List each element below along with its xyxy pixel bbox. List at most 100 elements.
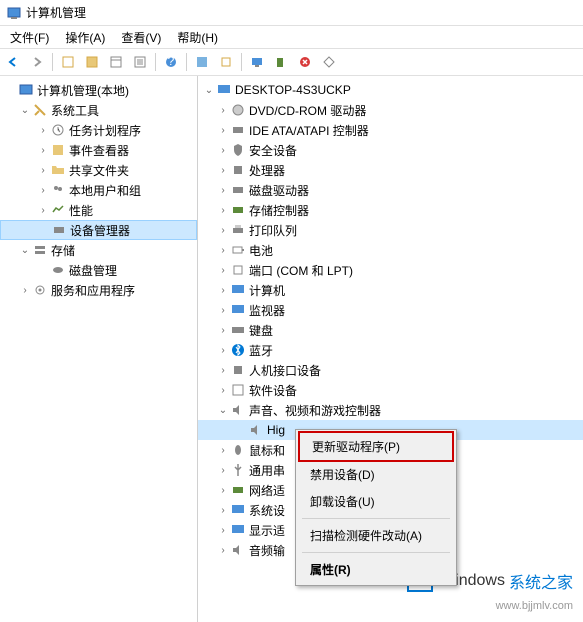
device-hid[interactable]: ›人机接口设备 xyxy=(198,360,583,380)
software-icon xyxy=(230,382,246,398)
users-icon xyxy=(50,182,66,198)
device-monitor[interactable]: › 监视器 xyxy=(198,300,583,320)
chevron-down-icon[interactable]: ⌄ xyxy=(18,105,32,116)
chevron-right-icon[interactable]: › xyxy=(216,465,230,476)
menu-file[interactable]: 文件(F) xyxy=(2,27,57,48)
toolbar-separator xyxy=(155,53,156,71)
chevron-right-icon[interactable]: › xyxy=(36,165,50,176)
menu-view[interactable]: 查看(V) xyxy=(113,27,169,48)
chevron-right-icon[interactable]: › xyxy=(36,205,50,216)
device-bluetooth[interactable]: ›蓝牙 xyxy=(198,340,583,360)
ctx-separator xyxy=(302,552,450,553)
tree-disk-management[interactable]: 磁盘管理 xyxy=(0,260,197,280)
tb-icon-1[interactable] xyxy=(57,51,79,73)
chevron-right-icon[interactable]: › xyxy=(216,105,230,116)
tb-icon-5[interactable] xyxy=(191,51,213,73)
chevron-right-icon[interactable]: › xyxy=(36,185,50,196)
ctx-uninstall[interactable]: 卸载设备(U) xyxy=(298,488,454,515)
device-battery[interactable]: ›电池 xyxy=(198,240,583,260)
chevron-right-icon[interactable]: › xyxy=(216,305,230,316)
tree-device-manager[interactable]: 设备管理器 xyxy=(0,220,197,240)
chevron-down-icon[interactable]: ⌄ xyxy=(202,85,216,96)
chevron-right-icon[interactable]: › xyxy=(216,125,230,136)
device-processor[interactable]: ›处理器 xyxy=(198,160,583,180)
device-security[interactable]: ›安全设备 xyxy=(198,140,583,160)
chevron-right-icon[interactable]: › xyxy=(216,325,230,336)
chevron-right-icon[interactable]: › xyxy=(36,125,50,136)
performance-icon xyxy=(50,202,66,218)
chevron-right-icon[interactable]: › xyxy=(216,385,230,396)
chevron-right-icon[interactable]: › xyxy=(216,485,230,496)
toolbar-separator xyxy=(186,53,187,71)
tree-label: 事件查看器 xyxy=(69,142,129,159)
tb-icon-8[interactable] xyxy=(318,51,340,73)
device-ports[interactable]: ›端口 (COM 和 LPT) xyxy=(198,260,583,280)
tb-icon-4[interactable] xyxy=(129,51,151,73)
device-disk[interactable]: ›磁盘驱动器 xyxy=(198,180,583,200)
chevron-right-icon[interactable]: › xyxy=(18,285,32,296)
ctx-properties[interactable]: 属性(R) xyxy=(298,556,454,583)
tree-shared-folders[interactable]: › 共享文件夹 xyxy=(0,160,197,180)
chevron-right-icon[interactable]: › xyxy=(216,345,230,356)
tree-label: 计算机管理(本地) xyxy=(37,82,129,99)
monitor-icon[interactable] xyxy=(246,51,268,73)
device-root[interactable]: ⌄ DESKTOP-4S3UCKP xyxy=(198,80,583,100)
chevron-right-icon[interactable]: › xyxy=(216,505,230,516)
tree-local-users[interactable]: › 本地用户和组 xyxy=(0,180,197,200)
tb-icon-2[interactable] xyxy=(81,51,103,73)
menu-action[interactable]: 操作(A) xyxy=(57,27,113,48)
chevron-right-icon[interactable]: › xyxy=(216,525,230,536)
tree-label: 通用串 xyxy=(249,462,285,479)
back-button[interactable] xyxy=(2,51,24,73)
tree-label: 服务和应用程序 xyxy=(51,282,135,299)
bluetooth-icon xyxy=(230,342,246,358)
tree-storage[interactable]: ⌄ 存储 xyxy=(0,240,197,260)
device-computer[interactable]: ›计算机 xyxy=(198,280,583,300)
storage-ctrl-icon xyxy=(230,202,246,218)
device-dvd[interactable]: › DVD/CD-ROM 驱动器 xyxy=(198,100,583,120)
computer-icon xyxy=(216,82,232,98)
tree-event-viewer[interactable]: › 事件查看器 xyxy=(0,140,197,160)
ide-icon xyxy=(230,122,246,138)
tree-performance[interactable]: › 性能 xyxy=(0,200,197,220)
ctx-disable[interactable]: 禁用设备(D) xyxy=(298,461,454,488)
device-ide[interactable]: › IDE ATA/ATAPI 控制器 xyxy=(198,120,583,140)
chevron-right-icon[interactable]: › xyxy=(216,205,230,216)
tree-label: 监视器 xyxy=(249,302,285,319)
help-button[interactable]: ? xyxy=(160,51,182,73)
chevron-right-icon[interactable]: › xyxy=(36,145,50,156)
tree-task-scheduler[interactable]: › 任务计划程序 xyxy=(0,120,197,140)
tree-root-local[interactable]: 计算机管理(本地) xyxy=(0,80,197,100)
tb-icon-6[interactable] xyxy=(215,51,237,73)
tb-icon-3[interactable] xyxy=(105,51,127,73)
chevron-right-icon[interactable]: › xyxy=(216,165,230,176)
close-icon[interactable] xyxy=(294,51,316,73)
chevron-right-icon[interactable]: › xyxy=(216,225,230,236)
tree-label: DVD/CD-ROM 驱动器 xyxy=(249,102,366,119)
chevron-right-icon[interactable]: › xyxy=(216,445,230,456)
chevron-right-icon[interactable]: › xyxy=(216,285,230,296)
chevron-right-icon[interactable]: › xyxy=(216,145,230,156)
chevron-right-icon[interactable]: › xyxy=(216,245,230,256)
device-print[interactable]: ›打印队列 xyxy=(198,220,583,240)
tb-icon-7[interactable] xyxy=(270,51,292,73)
device-storage-ctrl[interactable]: ›存储控制器 xyxy=(198,200,583,220)
device-sound[interactable]: ⌄声音、视频和游戏控制器 xyxy=(198,400,583,420)
tree-system-tools[interactable]: ⌄ 系统工具 xyxy=(0,100,197,120)
chevron-right-icon[interactable]: › xyxy=(216,265,230,276)
device-software[interactable]: ›软件设备 xyxy=(198,380,583,400)
chevron-down-icon[interactable]: ⌄ xyxy=(216,405,230,416)
chevron-right-icon[interactable]: › xyxy=(216,185,230,196)
chevron-right-icon[interactable]: › xyxy=(216,545,230,556)
tree-services[interactable]: › 服务和应用程序 xyxy=(0,280,197,300)
menu-help[interactable]: 帮助(H) xyxy=(169,27,226,48)
app-icon xyxy=(6,5,22,21)
forward-button[interactable] xyxy=(26,51,48,73)
ctx-update-driver[interactable]: 更新驱动程序(P) xyxy=(298,431,454,462)
device-keyboard[interactable]: ›键盘 xyxy=(198,320,583,340)
chevron-down-icon[interactable]: ⌄ xyxy=(18,245,32,256)
display-icon xyxy=(230,522,246,538)
chevron-right-icon[interactable]: › xyxy=(216,365,230,376)
tree-label: IDE ATA/ATAPI 控制器 xyxy=(249,122,369,139)
ctx-scan[interactable]: 扫描检测硬件改动(A) xyxy=(298,522,454,549)
